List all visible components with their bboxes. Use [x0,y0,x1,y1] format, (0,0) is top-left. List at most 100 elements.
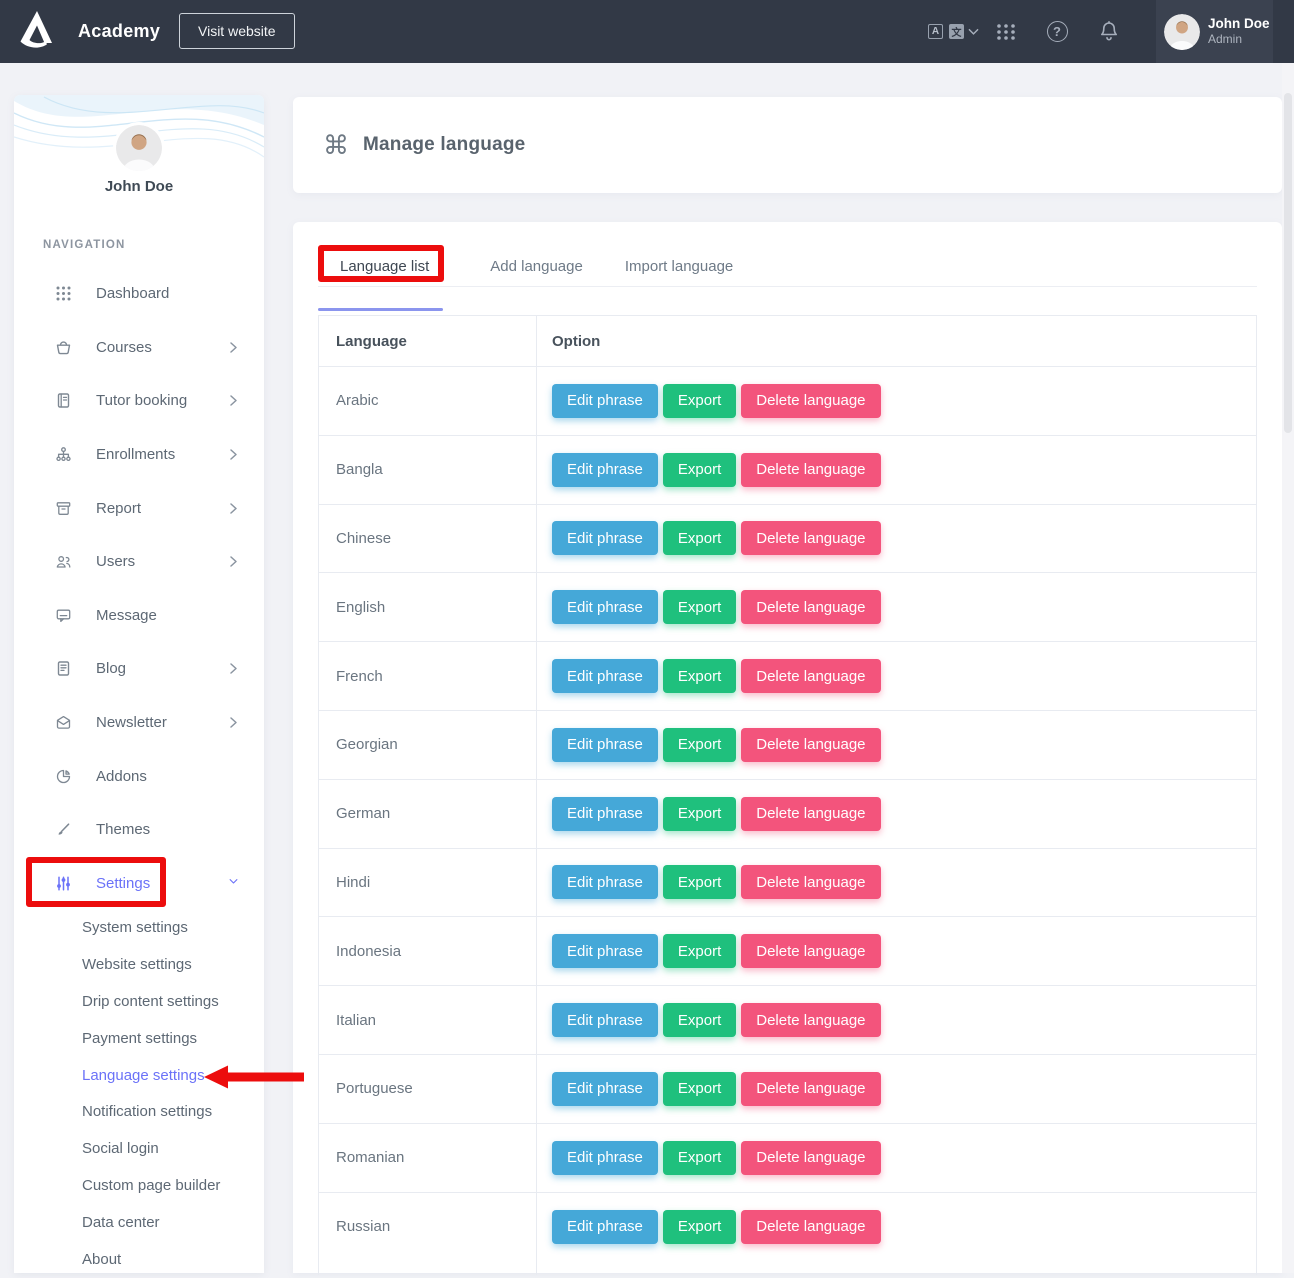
delete-language-button[interactable]: Delete language [741,590,880,624]
user-profile-menu[interactable]: John Doe Admin [1156,0,1273,63]
sidebar-item-label: Courses [96,339,229,356]
export-button[interactable]: Export [663,728,736,762]
delete-language-button[interactable]: Delete language [741,1210,880,1244]
edit-phrase-button[interactable]: Edit phrase [552,453,658,487]
sidebar-item-themes[interactable]: Themes [14,803,264,857]
delete-language-button[interactable]: Delete language [741,1003,880,1037]
submenu-item-notification-settings[interactable]: Notification settings [14,1093,264,1130]
export-button[interactable]: Export [663,1210,736,1244]
export-button[interactable]: Export [663,865,736,899]
delete-language-button[interactable]: Delete language [741,934,880,968]
language-name: Hindi [319,849,537,917]
export-button[interactable]: Export [663,934,736,968]
tab-bar: Language list Add language Import langua… [318,247,1257,287]
delete-language-button[interactable]: Delete language [741,728,880,762]
sidebar-item-addons[interactable]: Addons [14,749,264,803]
language-translate-icon[interactable]: A 文 [928,0,979,63]
submenu-item-website-settings[interactable]: Website settings [14,946,264,983]
sidebar-item-users[interactable]: Users [14,535,264,589]
sidebar: John Doe NAVIGATION Dashboard Courses Tu… [14,95,264,1273]
submenu-item-custom-page-builder[interactable]: Custom page builder [14,1167,264,1204]
language-name: Portuguese [319,1055,537,1123]
chevron-right-icon [229,555,238,568]
sidebar-item-tutor-booking[interactable]: Tutor booking [14,374,264,428]
export-button[interactable]: Export [663,797,736,831]
navigation-section-label: NAVIGATION [43,239,126,251]
delete-language-button[interactable]: Delete language [741,865,880,899]
sidebar-item-report[interactable]: Report [14,481,264,535]
sidebar-item-label: Settings [96,875,229,892]
export-button[interactable]: Export [663,1003,736,1037]
language-table: Language Option Arabic Edit phrase Expor… [318,315,1257,1275]
page-header-card: ⌘ Manage language [293,97,1282,193]
sidebar-item-label: Users [96,553,229,570]
user-avatar [1164,14,1200,50]
table-row: Portuguese Edit phrase Export Delete lan… [319,1055,1256,1124]
sidebar-item-blog[interactable]: Blog [14,642,264,696]
submenu-item-payment-settings[interactable]: Payment settings [14,1020,264,1057]
edit-phrase-button[interactable]: Edit phrase [552,1210,658,1244]
export-button[interactable]: Export [663,1141,736,1175]
sidebar-item-label: Message [96,607,238,624]
table-row: Italian Edit phrase Export Delete langua… [319,986,1256,1055]
submenu-item-data-center[interactable]: Data center [14,1204,264,1241]
sidebar-item-dashboard[interactable]: Dashboard [14,267,264,321]
delete-language-button[interactable]: Delete language [741,797,880,831]
delete-language-button[interactable]: Delete language [741,1072,880,1106]
submenu-item-drip-content-settings[interactable]: Drip content settings [14,983,264,1020]
edit-phrase-button[interactable]: Edit phrase [552,384,658,418]
export-button[interactable]: Export [663,590,736,624]
export-button[interactable]: Export [663,384,736,418]
visit-website-button[interactable]: Visit website [179,13,295,49]
edit-phrase-button[interactable]: Edit phrase [552,934,658,968]
sidebar-item-enrollments[interactable]: Enrollments [14,428,264,482]
edit-phrase-button[interactable]: Edit phrase [552,728,658,762]
delete-language-button[interactable]: Delete language [741,1141,880,1175]
chevron-right-icon [229,394,238,407]
sidebar-item-label: Tutor booking [96,392,229,409]
help-icon[interactable]: ? [1044,0,1070,63]
export-button[interactable]: Export [663,453,736,487]
export-button[interactable]: Export [663,1072,736,1106]
edit-phrase-button[interactable]: Edit phrase [552,659,658,693]
edit-phrase-button[interactable]: Edit phrase [552,1141,658,1175]
chevron-down-icon [229,877,238,890]
delete-language-button[interactable]: Delete language [741,659,880,693]
sidebar-item-message[interactable]: Message [14,589,264,643]
chat-icon [55,607,72,624]
sidebar-item-newsletter[interactable]: Newsletter [14,696,264,750]
submenu-item-language-settings[interactable]: Language settings [14,1057,264,1094]
chevron-right-icon [229,662,238,675]
tab-import-language[interactable]: Import language [604,247,754,287]
sidebar-item-label: Newsletter [96,714,229,731]
sidebar-item-courses[interactable]: Courses [14,321,264,375]
user-role: Admin [1208,32,1270,47]
notifications-bell-icon[interactable] [1095,0,1123,63]
chevron-right-icon [229,502,238,515]
export-button[interactable]: Export [663,659,736,693]
sitemap-icon [55,446,72,463]
submenu-item-system-settings[interactable]: System settings [14,909,264,946]
edit-phrase-button[interactable]: Edit phrase [552,1003,658,1037]
page-title: Manage language [363,134,525,156]
edit-phrase-button[interactable]: Edit phrase [552,797,658,831]
edit-phrase-button[interactable]: Edit phrase [552,1072,658,1106]
delete-language-button[interactable]: Delete language [741,453,880,487]
sidebar-item-settings[interactable]: Settings [14,857,264,911]
export-button[interactable]: Export [663,521,736,555]
scrollbar-thumb[interactable] [1284,93,1292,433]
delete-language-button[interactable]: Delete language [741,384,880,418]
edit-phrase-button[interactable]: Edit phrase [552,865,658,899]
column-header-language: Language [319,316,537,366]
submenu-item-about[interactable]: About [14,1241,264,1278]
table-row-partial [319,1261,1256,1275]
column-header-option: Option [537,316,1256,366]
submenu-item-social-login[interactable]: Social login [14,1130,264,1167]
edit-phrase-button[interactable]: Edit phrase [552,521,658,555]
tab-language-list[interactable]: Language list [318,247,469,287]
edit-phrase-button[interactable]: Edit phrase [552,590,658,624]
apps-grid-icon[interactable] [993,0,1019,63]
delete-language-button[interactable]: Delete language [741,521,880,555]
tab-add-language[interactable]: Add language [469,247,604,287]
language-name: English [319,573,537,641]
